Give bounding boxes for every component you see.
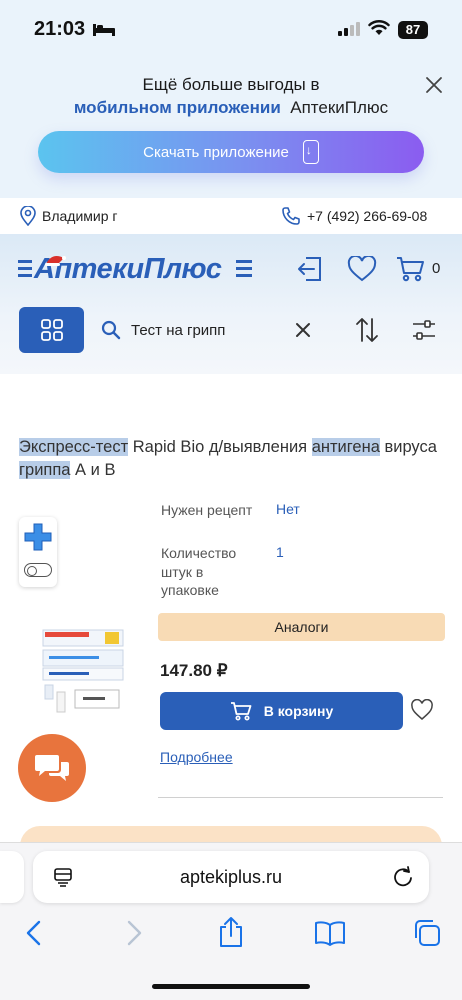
cart-icon[interactable] — [395, 255, 425, 283]
santa-hat-icon — [44, 252, 66, 266]
city-selector[interactable]: Владимир г — [42, 208, 118, 224]
share-icon[interactable] — [218, 916, 244, 948]
medical-cross-icon — [23, 522, 53, 552]
add-to-cart-button[interactable]: В корзину — [160, 692, 403, 730]
favorite-heart-icon[interactable] — [410, 699, 434, 721]
title-part: вируса — [379, 438, 437, 456]
catalog-button[interactable] — [19, 307, 84, 353]
login-icon[interactable] — [296, 255, 324, 283]
tabs-icon[interactable] — [412, 918, 442, 948]
spec-value: 1 — [276, 544, 284, 560]
product-price: 147.80 ₽ — [160, 661, 228, 680]
details-link[interactable]: Подробнее — [160, 749, 233, 765]
chat-button[interactable] — [18, 734, 86, 802]
title-part: Экспресс-тест — [19, 438, 129, 456]
home-indicator — [152, 984, 310, 989]
grid-icon — [40, 319, 63, 341]
forward-icon[interactable] — [124, 920, 144, 946]
phone-icon — [281, 206, 301, 226]
add-to-cart-label: В корзину — [263, 703, 334, 719]
close-icon[interactable] — [423, 74, 445, 96]
title-part: Rapid Bio д/выявления — [128, 438, 312, 456]
chat-bubbles-icon — [34, 752, 70, 784]
cellular-signal-icon — [338, 22, 360, 36]
page: 21:03 87 Ещё больше выгоды в мобильном п… — [0, 0, 462, 1000]
divider — [158, 797, 443, 798]
battery-indicator: 87 — [398, 21, 428, 39]
sort-icon[interactable] — [355, 317, 379, 343]
promo-line-1: Ещё больше выгоды в — [142, 75, 320, 94]
phone-number-link[interactable]: +7 (492) 266-69-08 — [307, 208, 427, 224]
location-pin-icon — [20, 206, 36, 226]
product-title[interactable]: Экспресс-тест Rapid Bio д/выявления анти… — [19, 436, 439, 482]
spec-label: Нужен рецепт — [161, 502, 253, 518]
logo-lines-right-icon — [236, 258, 252, 280]
clock: 21:03 — [34, 18, 86, 40]
title-part: А и В — [70, 461, 116, 479]
search-input[interactable]: Тест на грипп — [131, 322, 225, 339]
prescription-toggle[interactable] — [24, 563, 52, 577]
title-part: гриппа — [19, 461, 71, 479]
analogs-button[interactable]: Аналоги — [158, 613, 445, 641]
title-part: антигена — [311, 438, 380, 456]
promo-highlight: мобильном приложении — [73, 98, 281, 117]
search-icon — [101, 320, 121, 340]
address-url[interactable]: aptekiplus.ru — [33, 867, 429, 888]
spec-value: Нет — [276, 501, 300, 517]
download-app-button[interactable]: Скачать приложение — [38, 131, 424, 173]
sleep-icon — [93, 24, 115, 36]
product-image[interactable] — [19, 620, 127, 728]
back-icon[interactable] — [24, 920, 44, 946]
cart-icon — [230, 701, 252, 721]
logo-lines-left-icon — [18, 258, 32, 280]
cart-count: 0 — [432, 260, 441, 277]
bookmarks-icon[interactable] — [314, 920, 346, 946]
download-app-label: Скачать приложение — [143, 143, 289, 161]
promo-app-name: АптекиПлюс — [290, 98, 389, 117]
spec-label: Количество штук в упаковке — [161, 545, 237, 598]
clear-search-icon[interactable] — [295, 322, 311, 338]
favorites-heart-icon[interactable] — [347, 256, 377, 282]
wifi-icon — [368, 20, 390, 36]
previous-tab-preview[interactable] — [0, 851, 24, 903]
promo-line-2: мобильном приложении АптекиПлюс — [0, 98, 462, 118]
filter-icon[interactable] — [412, 319, 436, 341]
phone-download-icon — [302, 140, 319, 164]
reload-icon[interactable] — [392, 866, 414, 888]
